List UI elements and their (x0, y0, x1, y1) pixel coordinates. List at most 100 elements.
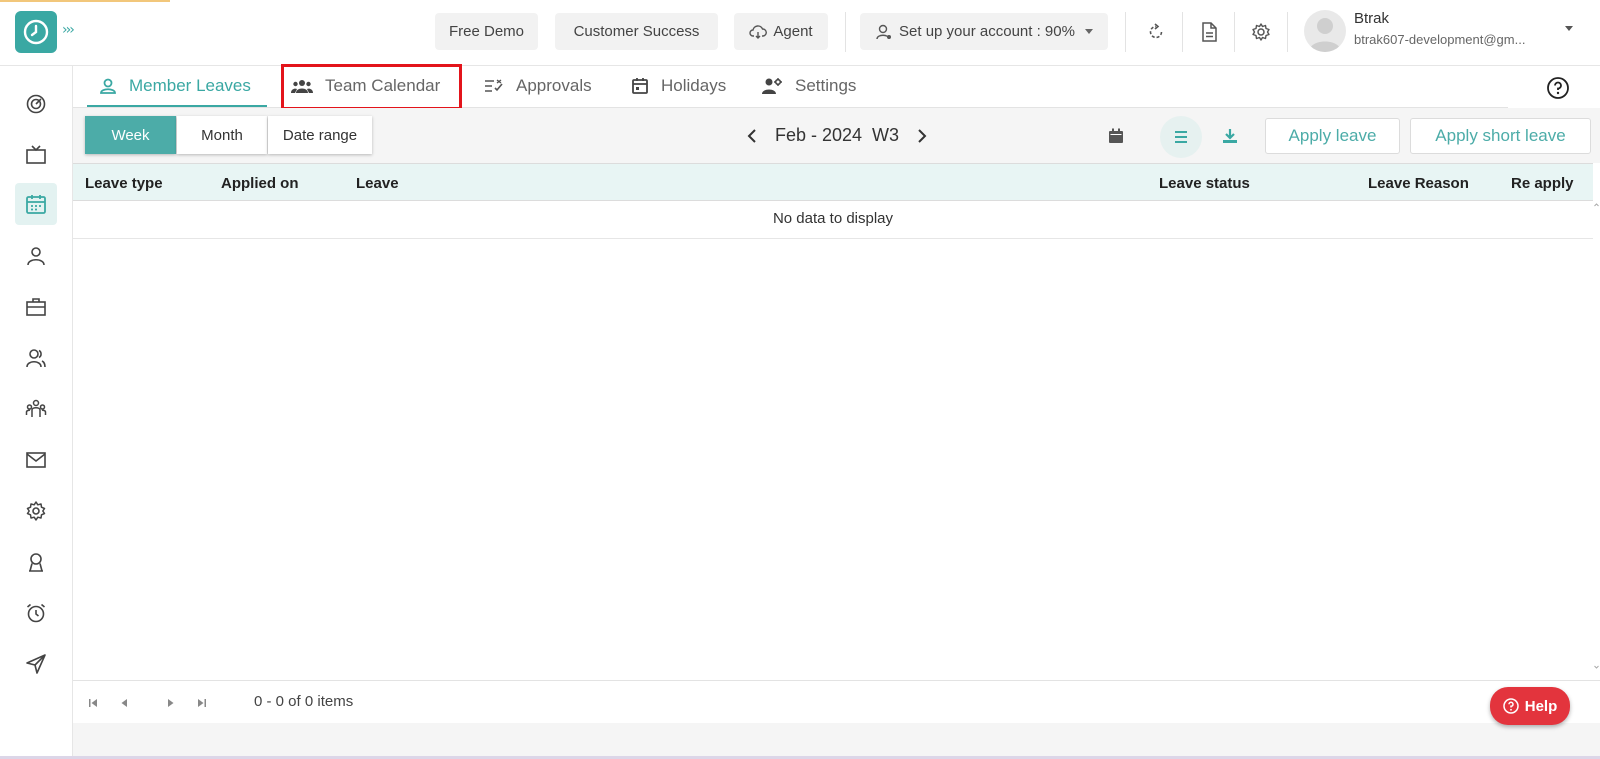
apply-leave-label: Apply leave (1288, 126, 1377, 145)
sidebar-item-send[interactable] (15, 643, 57, 685)
sidebar-item-team[interactable] (15, 388, 57, 430)
divider (845, 12, 846, 52)
customer-success-button[interactable]: Customer Success (555, 13, 718, 50)
user-name: Btrak (1354, 10, 1390, 27)
view-date-range-label: Date range (282, 126, 358, 144)
first-page-icon[interactable] (86, 696, 100, 710)
tab-label: Member Leaves (129, 76, 251, 95)
agent-label: Agent (773, 23, 813, 40)
customer-success-label: Customer Success (573, 23, 700, 40)
divider (1125, 12, 1126, 52)
user-setup-icon (876, 24, 892, 39)
view-month-button[interactable]: Month (177, 116, 267, 154)
refresh-icon[interactable] (1144, 20, 1168, 44)
column-header-leave[interactable]: Leave (356, 175, 399, 192)
cloud-icon (749, 24, 768, 39)
apply-short-leave-label: Apply short leave (1435, 126, 1566, 145)
settings-icon (26, 501, 46, 521)
top-bar: ››› Free Demo Customer Success Agent Set… (0, 0, 1600, 66)
user-settings-icon (762, 78, 782, 94)
last-page-icon[interactable] (195, 696, 209, 710)
calendar-icon (632, 78, 648, 94)
gear-icon[interactable] (1249, 20, 1273, 44)
tab-holidays[interactable]: Holidays (631, 66, 726, 106)
sidebar-item-work[interactable] (15, 286, 57, 328)
column-header-applied-on[interactable]: Applied on (221, 175, 299, 192)
current-period: Feb - 2024 W3 (775, 125, 900, 145)
calendar-view-icon[interactable] (1102, 122, 1130, 150)
badge-icon (29, 553, 43, 572)
empty-table-message: No data to display (73, 201, 1593, 239)
next-period-chevron-icon[interactable] (912, 124, 932, 148)
table-header: Leave type Applied on Leave Leave status… (73, 163, 1593, 201)
sidebar-item-profile[interactable] (15, 235, 57, 277)
free-demo-button[interactable]: Free Demo (435, 13, 538, 50)
alarm-icon (26, 603, 46, 623)
column-header-leave-type[interactable]: Leave type (85, 175, 163, 192)
checklist-icon (485, 79, 503, 92)
person-icon (100, 78, 116, 94)
tab-settings[interactable]: Settings (761, 66, 856, 106)
column-header-leave-status[interactable]: Leave status (1159, 175, 1250, 192)
column-header-leave-reason[interactable]: Leave Reason (1368, 175, 1469, 192)
help-question-icon (1502, 698, 1519, 714)
download-icon[interactable] (1216, 122, 1244, 150)
highlight-annotation (281, 64, 462, 110)
tab-member-leaves[interactable]: Member Leaves (99, 66, 251, 106)
view-week-label: Week (111, 126, 150, 144)
sidebar-item-leaves[interactable] (15, 183, 57, 225)
next-page-icon[interactable] (164, 696, 178, 710)
pager: 0 - 0 of 0 items (73, 680, 1600, 723)
sidebar (0, 66, 73, 759)
view-date-range-button[interactable]: Date range (268, 116, 372, 154)
mail-icon (26, 452, 46, 468)
users-icon (26, 349, 46, 368)
sidebar-item-dashboard[interactable] (15, 83, 57, 125)
document-icon[interactable] (1197, 20, 1221, 44)
table-scrollbar[interactable] (1593, 201, 1600, 671)
help-button[interactable]: Help (1490, 687, 1570, 725)
user-email: btrak607-development@gm... (1354, 32, 1526, 47)
sidebar-item-badge[interactable] (15, 541, 57, 583)
tab-label: Settings (795, 76, 857, 95)
divider (1234, 12, 1235, 52)
tab-label: Approvals (516, 76, 592, 95)
tab-approvals[interactable]: Approvals (484, 66, 592, 106)
view-week-button[interactable]: Week (85, 116, 176, 154)
calendar-icon (26, 195, 46, 214)
sidebar-item-alarm[interactable] (15, 592, 57, 634)
avatar[interactable] (1304, 10, 1346, 52)
loading-bar (0, 0, 170, 2)
user-menu-caret-icon[interactable] (1565, 26, 1573, 31)
sidebar-item-mail[interactable] (15, 439, 57, 481)
send-icon (26, 654, 46, 674)
setup-account-label: Set up your account : 90% (899, 23, 1075, 40)
sidebar-item-tv[interactable] (15, 134, 57, 176)
divider (1287, 12, 1288, 52)
help-question-icon[interactable] (1546, 76, 1570, 105)
apply-leave-button[interactable]: Apply leave (1265, 118, 1400, 154)
leaves-panel: Week Month Date range Feb - 2024 W3 Appl… (73, 108, 1600, 723)
sidebar-item-settings[interactable] (15, 490, 57, 532)
tv-icon (26, 145, 46, 164)
free-demo-label: Free Demo (448, 23, 525, 40)
expand-chevrons-icon[interactable]: ››› (62, 22, 75, 38)
list-view-icon[interactable] (1160, 116, 1202, 158)
help-label: Help (1524, 697, 1558, 715)
agent-button[interactable]: Agent (734, 13, 828, 50)
sidebar-item-users[interactable] (15, 337, 57, 379)
setup-account-button[interactable]: Set up your account : 90% (860, 13, 1108, 50)
pager-info: 0 - 0 of 0 items (254, 693, 354, 710)
view-month-label: Month (201, 126, 243, 144)
previous-period-chevron-icon[interactable] (742, 124, 762, 148)
previous-page-icon[interactable] (117, 696, 131, 710)
briefcase-icon (26, 298, 46, 316)
team-icon (25, 399, 47, 417)
app-logo[interactable] (15, 11, 57, 53)
apply-short-leave-button[interactable]: Apply short leave (1410, 118, 1591, 154)
leave-toolbar: Week Month Date range Feb - 2024 W3 Appl… (73, 108, 1600, 163)
column-header-re-apply[interactable]: Re apply (1511, 175, 1574, 192)
divider (1182, 12, 1183, 52)
clock-icon (23, 19, 49, 45)
tab-label: Holidays (661, 76, 727, 95)
